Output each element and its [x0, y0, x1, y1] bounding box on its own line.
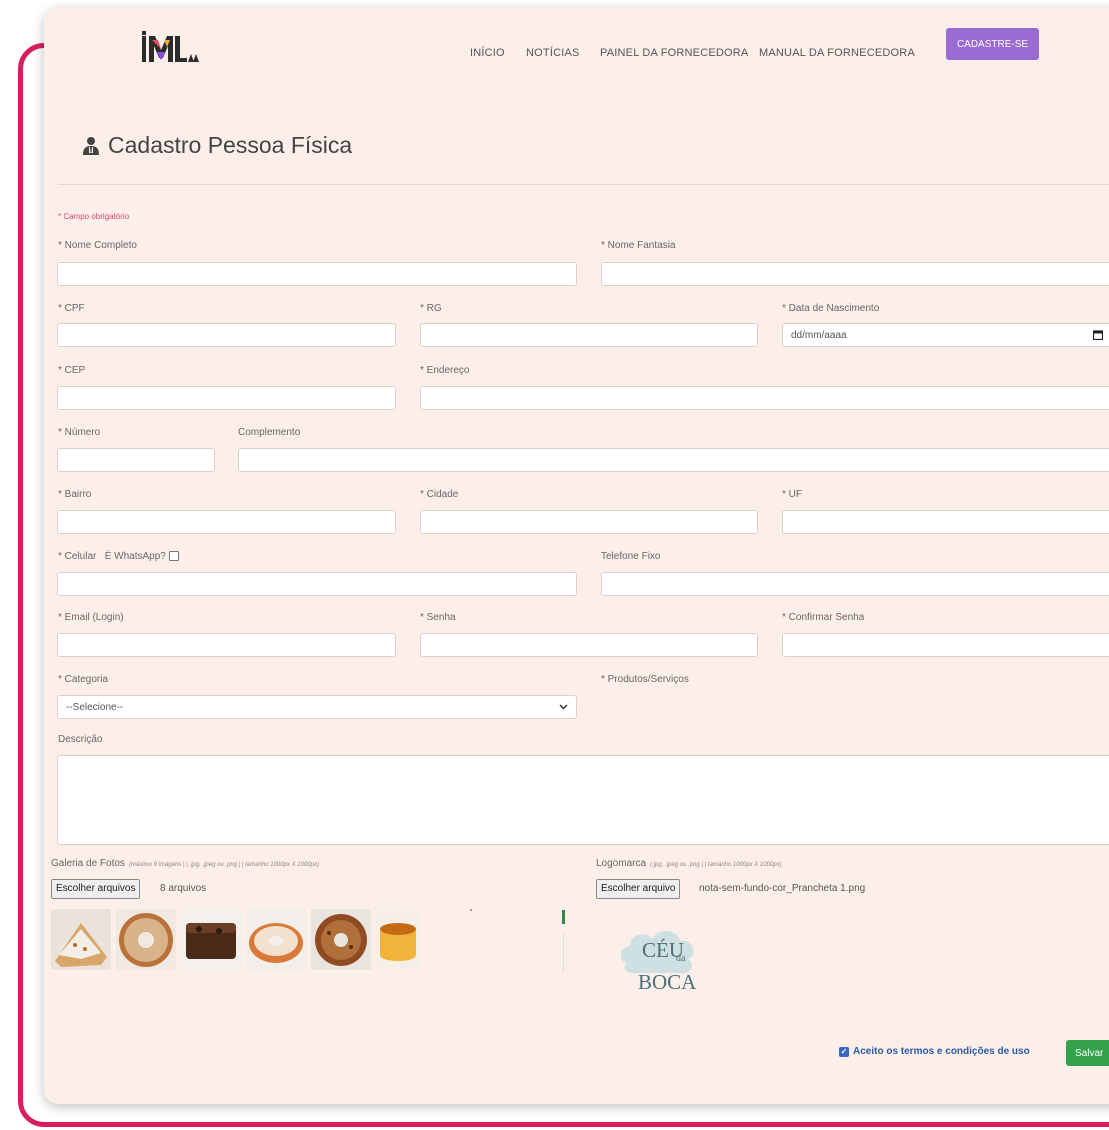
- gallery-thumb-donut-glazed[interactable]: [246, 909, 306, 970]
- cidade-input[interactable]: [420, 510, 758, 534]
- galeria-hint: (máximo 9 imagens | | .jpg, .jpeg ou .pn…: [128, 862, 319, 868]
- whatsapp-checkbox[interactable]: [168, 551, 179, 562]
- senha-label: * Senha: [420, 612, 456, 623]
- logomarca-choose-file-button[interactable]: Escolher arquivo: [596, 879, 681, 899]
- celular-input[interactable]: [57, 572, 577, 596]
- telefone-fixo-label: Telefone Fixo: [601, 551, 661, 562]
- produtos-servicos-label: * Produtos/Serviços: [601, 674, 689, 685]
- gallery-scroll-thumb[interactable]: [562, 910, 565, 924]
- gallery-thumb-brownie[interactable]: [181, 909, 241, 970]
- data-nascimento-label: * Data de Nascimento: [782, 303, 880, 314]
- descricao-label: Descrição: [58, 734, 103, 745]
- categoria-selected-value: --Selecione--: [66, 701, 124, 713]
- data-nascimento-input[interactable]: dd/mm/aaaa: [782, 323, 1109, 347]
- logo-preview-text-line2: BOCA: [638, 970, 697, 994]
- galeria-label-group: Galeria de Fotos (máximo 9 imagens | | .j…: [51, 858, 319, 869]
- brand-logo[interactable]: [140, 30, 200, 68]
- nome-fantasia-input[interactable]: [601, 262, 1109, 286]
- celular-label-group: * Celular É WhatsApp?: [58, 551, 179, 562]
- cadastre-se-button[interactable]: CADASTRE-SE: [946, 28, 1039, 60]
- email-input[interactable]: [57, 633, 396, 657]
- numero-label: * Número: [58, 427, 101, 438]
- rg-label: * RG: [420, 303, 442, 314]
- celular-label: * Celular: [58, 551, 97, 562]
- bairro-label: * Bairro: [58, 489, 92, 500]
- page-card: INÍCIO NOTÍCIAS PAINEL DA FORNECEDORA MA…: [44, 8, 1109, 1104]
- email-label: * Email (Login): [58, 612, 124, 623]
- descricao-textarea[interactable]: [57, 755, 1109, 845]
- nav-painel-fornecedora[interactable]: PAINEL DA FORNECEDORA: [600, 47, 748, 59]
- calendar-icon[interactable]: [1093, 330, 1103, 340]
- gallery-thumb-flan[interactable]: [376, 909, 420, 970]
- senha-input[interactable]: [420, 633, 758, 657]
- gallery-dot: [470, 909, 472, 911]
- cpf-input[interactable]: [57, 323, 396, 347]
- data-nascimento-placeholder: dd/mm/aaaa: [791, 329, 847, 341]
- page-title-text: Cadastro Pessoa Física: [108, 132, 353, 158]
- nav-inicio[interactable]: INÍCIO: [470, 47, 505, 59]
- gallery-thumb-pie[interactable]: [51, 909, 111, 970]
- logo-preview-image: CÉU da BOCA: [620, 930, 697, 994]
- cpf-label: * CPF: [58, 303, 85, 314]
- title-divider: [58, 184, 1109, 185]
- logomarca-label: Logomarca: [596, 858, 647, 869]
- nome-fantasia-label: * Nome Fantasia: [601, 240, 676, 251]
- telefone-fixo-input[interactable]: [601, 572, 1109, 596]
- cep-input[interactable]: [57, 386, 396, 410]
- chevron-down-icon: [559, 704, 568, 710]
- rg-input[interactable]: [420, 323, 758, 347]
- complemento-label: Complemento: [238, 427, 301, 438]
- endereco-input[interactable]: [420, 386, 1109, 410]
- confirmar-senha-label: * Confirmar Senha: [782, 612, 865, 623]
- complemento-input[interactable]: [238, 448, 1109, 472]
- nome-completo-label: * Nome Completo: [58, 240, 137, 251]
- confirmar-senha-input[interactable]: [782, 633, 1109, 657]
- uf-label: * UF: [782, 489, 802, 500]
- galeria-file-count: 8 arquivos: [160, 883, 207, 894]
- gallery-thumb-donut-cinnamon[interactable]: [116, 909, 176, 970]
- terms-checkbox[interactable]: ✓: [839, 1046, 849, 1057]
- logomarca-file-name: nota-sem-fundo-cor_Prancheta 1.png: [699, 883, 866, 894]
- cep-label: * CEP: [58, 365, 86, 376]
- numero-input[interactable]: [57, 448, 215, 472]
- endereco-label: * Endereço: [420, 365, 470, 376]
- nav-noticias[interactable]: NOTÍCIAS: [526, 47, 580, 59]
- galeria-choose-files-button[interactable]: Escolher arquivos: [51, 879, 141, 899]
- whatsapp-label: É WhatsApp?: [104, 551, 166, 562]
- logo-preview-text-small: da: [676, 953, 686, 964]
- terms-group[interactable]: ✓ Aceito os termos e condições de uso: [839, 1046, 1030, 1057]
- gallery-thumb-donut-nuts[interactable]: [311, 909, 371, 970]
- nav-manual-fornecedora[interactable]: MANUAL DA FORNECEDORA: [759, 47, 915, 59]
- user-icon: [83, 136, 99, 155]
- uf-input[interactable]: [782, 510, 1109, 534]
- categoria-label: * Categoria: [58, 674, 109, 685]
- logomarca-hint: (.jpg, .jpeg ou .png | | tamanho 1000px …: [650, 862, 782, 868]
- gallery-scroll-track[interactable]: [563, 933, 564, 973]
- terms-label[interactable]: Aceito os termos e condições de uso: [853, 1046, 1030, 1057]
- bairro-input[interactable]: [57, 510, 396, 534]
- page-title: Cadastro Pessoa Física: [82, 132, 352, 159]
- required-note: * Campo obrigatório: [58, 212, 130, 221]
- logomarca-label-group: Logomarca (.jpg, .jpeg ou .png | | tamanh…: [596, 858, 782, 869]
- cidade-label: * Cidade: [420, 489, 459, 500]
- save-button[interactable]: Salvar: [1066, 1040, 1109, 1066]
- categoria-select[interactable]: --Selecione--: [57, 695, 577, 719]
- galeria-label: Galeria de Fotos: [51, 858, 125, 869]
- nome-completo-input[interactable]: [57, 262, 577, 286]
